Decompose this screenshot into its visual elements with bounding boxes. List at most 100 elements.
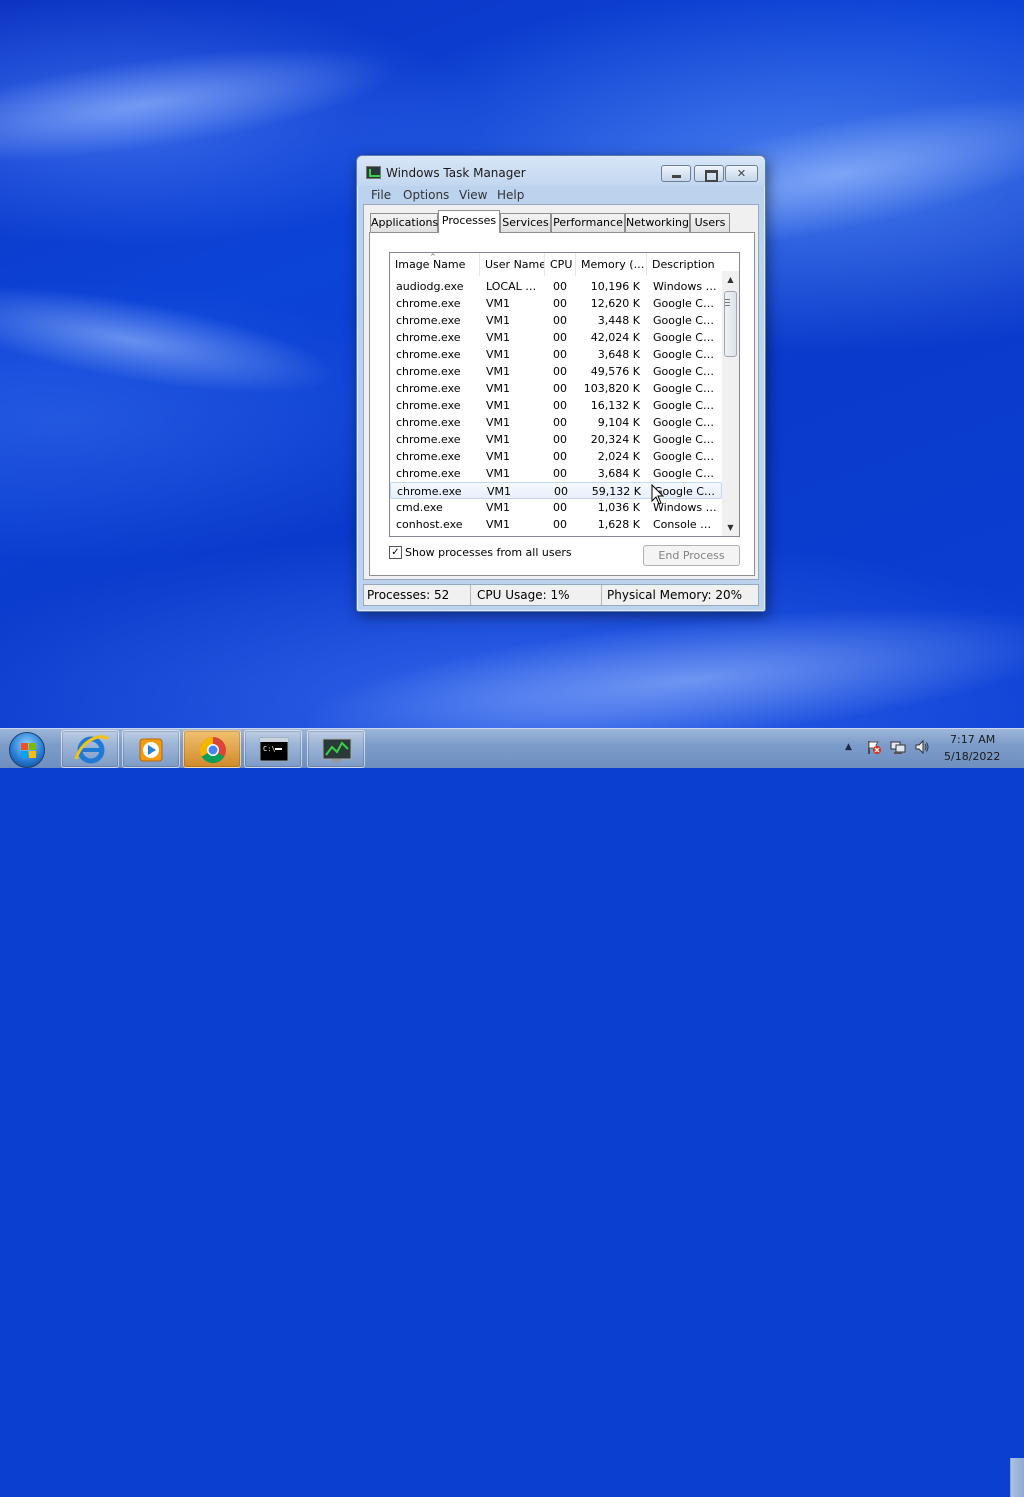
svg-text:C:\: C:\: [263, 745, 276, 753]
tab-networking[interactable]: Networking: [625, 213, 690, 232]
volume-icon[interactable]: [914, 739, 930, 755]
network-icon[interactable]: [890, 739, 906, 755]
cpu-cell: 00: [553, 331, 567, 344]
description-cell: Google C…: [653, 365, 714, 378]
tab-processes[interactable]: Processes: [438, 210, 500, 233]
chrome-icon: [199, 736, 226, 764]
taskbar-internet-explorer[interactable]: [61, 730, 119, 768]
internet-explorer-icon: [74, 735, 110, 764]
table-row[interactable]: chrome.exe VM1 00 42,024 K Google C…: [390, 329, 722, 346]
taskbar-chrome[interactable]: [183, 730, 241, 768]
column-user-name[interactable]: User Name: [480, 253, 545, 276]
cpu-cell: 00: [553, 365, 567, 378]
table-row[interactable]: cmd.exe VM1 00 1,036 K Windows …: [390, 499, 722, 516]
column-description[interactable]: Description: [647, 253, 722, 276]
memory-cell: 16,132 K: [590, 399, 640, 412]
process-name-cell: conhost.exe: [396, 518, 463, 531]
table-row[interactable]: chrome.exe VM1 00 12,620 K Google C…: [390, 295, 722, 312]
show-hidden-icons-icon[interactable]: ▲: [845, 742, 852, 752]
maximize-button[interactable]: [694, 165, 724, 182]
memory-cell: 20,324 K: [590, 433, 640, 446]
table-row[interactable]: chrome.exe VM1 00 103,820 K Google C…: [390, 380, 722, 397]
show-all-users-checkbox[interactable]: ✓: [389, 546, 402, 559]
process-rows: audiodg.exe LOCAL … 00 10,196 K Windows … chr…: [390, 278, 722, 533]
description-cell: Google C…: [653, 382, 714, 395]
process-name-cell: chrome.exe: [396, 399, 461, 412]
process-name-cell: audiodg.exe: [396, 280, 464, 293]
memory-cell: 3,448 K: [597, 314, 640, 327]
taskbar-command-prompt[interactable]: C:\: [244, 730, 302, 768]
user-name-cell: VM1: [486, 399, 511, 412]
tab-performance[interactable]: Performance: [551, 213, 625, 232]
column-image-name[interactable]: ^ Image Name: [390, 253, 480, 276]
table-row[interactable]: chrome.exe VM1 00 2,024 K Google C…: [390, 448, 722, 465]
title-bar[interactable]: Windows Task Manager ✕: [357, 156, 765, 186]
memory-cell: 49,576 K: [590, 365, 640, 378]
process-list[interactable]: ^ Image Name User Name CPU Memory (… Des…: [389, 252, 740, 537]
show-desktop-button[interactable]: [1010, 1458, 1024, 1497]
user-name-cell: VM1: [486, 518, 511, 531]
process-name-cell: chrome.exe: [396, 416, 461, 429]
tab-applications[interactable]: Applications: [370, 213, 438, 232]
table-row[interactable]: conhost.exe VM1 00 1,628 K Console …: [390, 516, 722, 533]
clock-time[interactable]: 7:17 AM: [950, 733, 995, 746]
window-title: Windows Task Manager: [386, 166, 526, 180]
column-cpu[interactable]: CPU: [545, 253, 576, 276]
user-name-cell: VM1: [486, 314, 511, 327]
cpu-cell: 00: [553, 416, 567, 429]
cpu-cell: 00: [553, 501, 567, 514]
process-name-cell: chrome.exe: [396, 297, 461, 310]
tab-services[interactable]: Services: [500, 213, 551, 232]
description-cell: Google C…: [653, 450, 714, 463]
menu-options[interactable]: Options: [403, 188, 449, 202]
description-cell: Google C…: [653, 399, 714, 412]
status-bar: Processes: 52 CPU Usage: 1% Physical Mem…: [363, 584, 759, 606]
windows-logo-icon: [21, 743, 37, 759]
memory-cell: 42,024 K: [590, 331, 640, 344]
scroll-down-icon[interactable]: ▼: [722, 519, 739, 536]
table-row[interactable]: chrome.exe VM1 00 59,132 K Google C…: [390, 482, 722, 499]
table-row[interactable]: chrome.exe VM1 00 16,132 K Google C…: [390, 397, 722, 414]
process-name-cell: chrome.exe: [396, 450, 461, 463]
description-cell: Google C…: [653, 331, 714, 344]
scroll-up-icon[interactable]: ▲: [722, 271, 739, 288]
user-name-cell: VM1: [486, 348, 511, 361]
taskbar-media-player[interactable]: [122, 730, 180, 768]
column-memory[interactable]: Memory (…: [576, 253, 647, 276]
table-row[interactable]: chrome.exe VM1 00 3,448 K Google C…: [390, 312, 722, 329]
vertical-scrollbar[interactable]: ▲ ▼: [722, 271, 739, 536]
table-row[interactable]: chrome.exe VM1 00 3,684 K Google C…: [390, 465, 722, 482]
clock-date[interactable]: 5/18/2022: [944, 750, 1000, 763]
table-row[interactable]: chrome.exe VM1 00 3,648 K Google C…: [390, 346, 722, 363]
menu-help[interactable]: Help: [497, 188, 524, 202]
memory-cell: 1,036 K: [597, 501, 640, 514]
scroll-grip-icon: [725, 299, 730, 306]
action-center-flag-icon[interactable]: [866, 739, 882, 755]
status-cpu-usage: CPU Usage: 1%: [474, 585, 602, 605]
cpu-cell: 00: [553, 433, 567, 446]
taskbar-task-manager[interactable]: [307, 730, 365, 768]
memory-cell: 1,628 K: [597, 518, 640, 531]
menu-file[interactable]: File: [371, 188, 391, 202]
close-button[interactable]: ✕: [725, 165, 758, 182]
description-cell: Google C…: [653, 314, 714, 327]
user-name-cell: VM1: [487, 485, 512, 498]
start-button[interactable]: [5, 730, 49, 768]
process-name-cell: cmd.exe: [396, 501, 443, 514]
table-row[interactable]: chrome.exe VM1 00 9,104 K Google C…: [390, 414, 722, 431]
table-row[interactable]: chrome.exe VM1 00 20,324 K Google C…: [390, 431, 722, 448]
end-process-button[interactable]: End Process: [643, 545, 740, 566]
sort-ascending-icon: ^: [430, 253, 436, 261]
show-all-users-label[interactable]: Show processes from all users: [405, 546, 572, 559]
description-cell: Google C…: [653, 348, 714, 361]
process-name-cell: chrome.exe: [396, 433, 461, 446]
tab-users[interactable]: Users: [690, 213, 730, 232]
memory-cell: 3,684 K: [597, 467, 640, 480]
table-row[interactable]: audiodg.exe LOCAL … 00 10,196 K Windows …: [390, 278, 722, 295]
minimize-button[interactable]: [661, 165, 691, 182]
description-cell: Google C…: [653, 467, 714, 480]
wallpaper-streak: [0, 264, 344, 416]
menu-view[interactable]: View: [459, 188, 487, 202]
user-name-cell: VM1: [486, 365, 511, 378]
table-row[interactable]: chrome.exe VM1 00 49,576 K Google C…: [390, 363, 722, 380]
